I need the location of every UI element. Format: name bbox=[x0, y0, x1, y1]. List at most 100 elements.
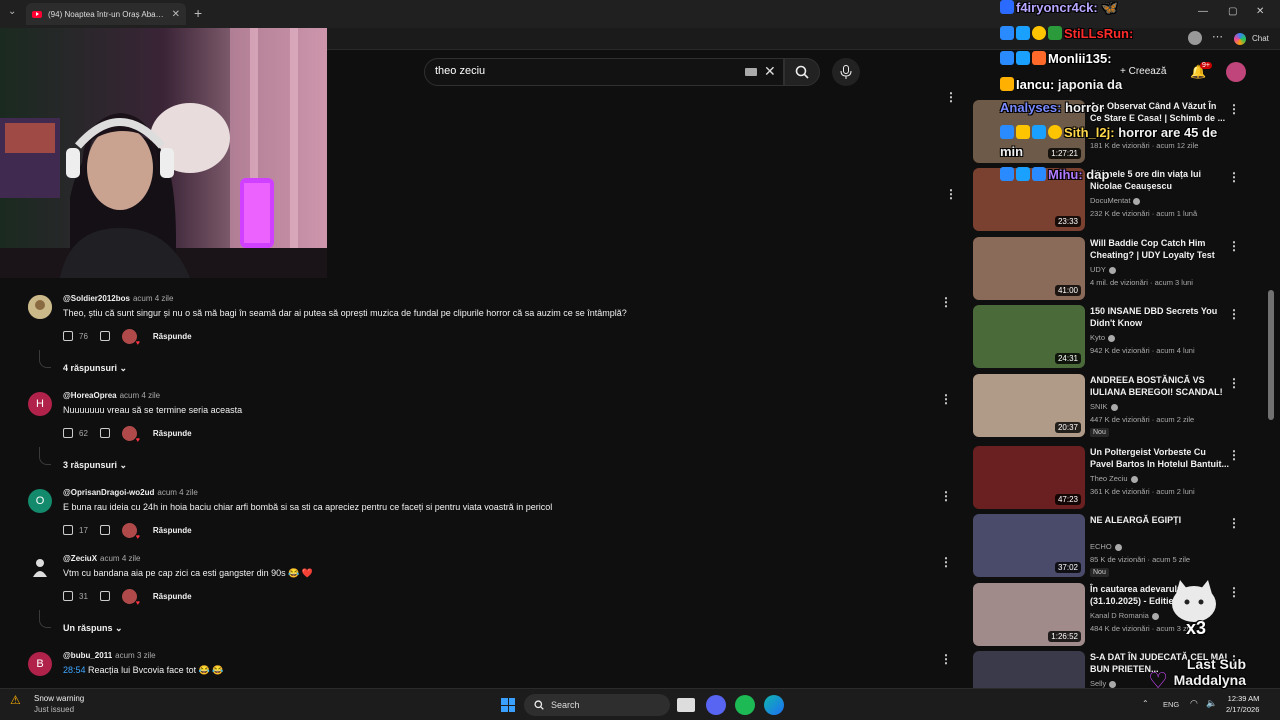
channel-name[interactable]: SNIK bbox=[1090, 402, 1118, 411]
new-tab-button[interactable]: + bbox=[194, 5, 202, 21]
comment-avatar[interactable]: H bbox=[28, 392, 52, 416]
scrollbar-thumb[interactable] bbox=[1268, 290, 1274, 420]
more-options-icon[interactable]: ⋮ bbox=[945, 187, 957, 201]
dislike-icon[interactable] bbox=[99, 428, 110, 438]
dislike-icon[interactable] bbox=[99, 591, 110, 601]
replies-toggle[interactable]: Un răspuns ⌄ bbox=[63, 623, 123, 634]
comment-kebab-icon[interactable]: ⋮ bbox=[940, 295, 952, 309]
recommendation-card[interactable]: 47:23 Un Poltergeist Vorbeste Cu Pavel Ba… bbox=[973, 446, 1243, 510]
maximize-icon[interactable]: ▢ bbox=[1228, 6, 1237, 17]
search-input[interactable]: theo zeciu bbox=[424, 58, 784, 86]
comment-kebab-icon[interactable]: ⋮ bbox=[940, 489, 952, 503]
video-thumbnail[interactable]: 20:37 bbox=[973, 374, 1085, 437]
video-title[interactable]: 150 INSANE DBD Secrets You Didn't Know bbox=[1090, 305, 1230, 329]
video-title[interactable]: Will Baddie Cop Catch Him Cheating? | UD… bbox=[1090, 237, 1230, 261]
recommendation-kebab-icon[interactable]: ⋮ bbox=[1228, 239, 1240, 253]
like-icon[interactable] bbox=[63, 591, 73, 601]
video-title[interactable]: Am Observat Când A Văzut În Ce Stare E C… bbox=[1090, 100, 1230, 124]
system-clock[interactable]: 12:39 AM 2/17/2026 bbox=[1226, 693, 1259, 715]
comment-author[interactable]: @HoreaOprea bbox=[63, 391, 117, 400]
copilot-icon[interactable] bbox=[1234, 33, 1246, 45]
comment-author[interactable]: @OprisanDragoi-wo2ud bbox=[63, 488, 154, 497]
video-title[interactable]: NE ALEARGĂ EGIPȚI bbox=[1090, 514, 1230, 526]
reply-button[interactable]: Răspunde bbox=[153, 592, 192, 601]
reply-button[interactable]: Răspunde bbox=[153, 526, 192, 535]
video-thumbnail[interactable]: 24:31 bbox=[973, 305, 1085, 368]
comment-author[interactable]: @bubu_2011 bbox=[63, 651, 112, 660]
comment-avatar[interactable] bbox=[28, 295, 52, 319]
comment-avatar[interactable]: B bbox=[28, 652, 52, 676]
create-button[interactable]: + Creează bbox=[1120, 66, 1166, 77]
comment-author[interactable]: @ZeciuX bbox=[63, 554, 97, 563]
video-title[interactable]: Un Poltergeist Vorbeste Cu Pavel Bartos … bbox=[1090, 446, 1230, 470]
reply-button[interactable]: Răspunde bbox=[153, 429, 192, 438]
chat-label[interactable]: Chat bbox=[1252, 34, 1269, 43]
video-thumbnail[interactable]: 47:23 bbox=[973, 446, 1085, 509]
windows-start-icon[interactable] bbox=[498, 695, 518, 715]
clear-search-icon[interactable]: ✕ bbox=[764, 63, 776, 80]
like-icon[interactable] bbox=[63, 428, 73, 438]
recommendation-card[interactable]: 41:00 Will Baddie Cop Catch Him Cheating?… bbox=[973, 237, 1243, 301]
channel-name[interactable]: DocuMentat bbox=[1090, 196, 1141, 205]
search-button[interactable] bbox=[784, 58, 820, 86]
volume-icon[interactable]: 🔈 bbox=[1206, 698, 1217, 709]
replies-toggle[interactable]: 3 răspunsuri ⌄ bbox=[63, 460, 127, 471]
tab-close-icon[interactable]: ✕ bbox=[172, 9, 180, 20]
video-thumbnail[interactable]: 37:02 bbox=[973, 514, 1085, 577]
tab-current[interactable]: (94) Noaptea într-un Oraș Abandonat ✕ bbox=[26, 3, 186, 25]
comment-author[interactable]: @Soldier2012bos bbox=[63, 294, 130, 303]
channel-name[interactable]: Kanal D Romania bbox=[1090, 611, 1159, 620]
channel-name[interactable]: Kyto bbox=[1090, 333, 1116, 342]
video-stats: 181 K de vizionări · acum 12 zile bbox=[1090, 141, 1199, 150]
recommendation-kebab-icon[interactable]: ⋮ bbox=[1228, 585, 1240, 599]
channel-name[interactable]: Theo Zeciu bbox=[1090, 474, 1138, 483]
recommendation-card[interactable]: 20:37 ANDREEA BOSTĂNICĂ VS IULIANA BEREGO… bbox=[973, 374, 1243, 438]
account-avatar[interactable] bbox=[1226, 62, 1246, 82]
wifi-icon[interactable]: ◠ bbox=[1190, 698, 1198, 709]
keyboard-icon[interactable] bbox=[745, 68, 757, 76]
like-icon[interactable] bbox=[63, 331, 73, 341]
recommendation-kebab-icon[interactable]: ⋮ bbox=[1228, 448, 1240, 462]
comment-kebab-icon[interactable]: ⋮ bbox=[940, 555, 952, 569]
recommendation-kebab-icon[interactable]: ⋮ bbox=[1228, 516, 1240, 530]
language-indicator[interactable]: ENG bbox=[1163, 700, 1179, 709]
cat-emote-overlay: x3 bbox=[1168, 578, 1220, 638]
channel-name[interactable]: UDY bbox=[1090, 265, 1116, 274]
recommendation-kebab-icon[interactable]: ⋮ bbox=[1228, 307, 1240, 321]
video-title[interactable]: Ultimele 5 ore din viața lui Nicolae Cea… bbox=[1090, 168, 1230, 192]
channel-name[interactable]: Selly bbox=[1090, 679, 1117, 688]
comment-kebab-icon[interactable]: ⋮ bbox=[940, 392, 952, 406]
tab-menu-chevron-icon[interactable]: ⌄ bbox=[8, 6, 16, 17]
edge-browser-icon[interactable] bbox=[764, 695, 784, 715]
taskbar-search[interactable]: Search bbox=[524, 694, 670, 716]
recommendation-kebab-icon[interactable]: ⋮ bbox=[1228, 170, 1240, 184]
profile-icon[interactable] bbox=[1188, 31, 1202, 45]
discord-icon[interactable] bbox=[706, 695, 726, 715]
like-icon[interactable] bbox=[63, 525, 73, 535]
comment-avatar[interactable] bbox=[28, 555, 52, 579]
comment-avatar[interactable]: O bbox=[28, 489, 52, 513]
recommendation-card[interactable]: 37:02 NE ALEARGĂ EGIPȚI ECHO 85 K de vizion… bbox=[973, 514, 1243, 578]
dislike-icon[interactable] bbox=[99, 525, 110, 535]
video-thumbnail[interactable]: 41:00 bbox=[973, 237, 1085, 300]
spotify-icon[interactable] bbox=[735, 695, 755, 715]
more-menu-icon[interactable]: ⋯ bbox=[1212, 30, 1223, 43]
more-options-icon[interactable]: ⋮ bbox=[945, 90, 957, 104]
close-window-icon[interactable]: ✕ bbox=[1256, 6, 1264, 17]
channel-name[interactable]: ECHO bbox=[1090, 542, 1122, 551]
video-title[interactable]: ANDREEA BOSTĂNICĂ VS IULIANA BEREGOI! SC… bbox=[1090, 374, 1230, 398]
recommendation-card[interactable]: 24:31 150 INSANE DBD Secrets You Didn't K… bbox=[973, 305, 1243, 369]
reply-button[interactable]: Răspunde bbox=[153, 332, 192, 341]
minimize-icon[interactable]: — bbox=[1198, 6, 1208, 17]
voice-search-button[interactable] bbox=[832, 58, 860, 86]
dislike-icon[interactable] bbox=[99, 331, 110, 341]
recommendation-kebab-icon[interactable]: ⋮ bbox=[1228, 102, 1240, 116]
file-explorer-icon[interactable] bbox=[677, 698, 695, 712]
replies-toggle[interactable]: 4 răspunsuri ⌄ bbox=[63, 363, 127, 374]
tray-overflow-icon[interactable]: ⌃ bbox=[1142, 699, 1149, 708]
video-thumbnail[interactable]: 1:26:52 bbox=[973, 583, 1085, 646]
weather-widget[interactable]: ⚠ Snow warning Just issued bbox=[10, 693, 84, 715]
recommendation-kebab-icon[interactable]: ⋮ bbox=[1228, 376, 1240, 390]
comment-kebab-icon[interactable]: ⋮ bbox=[940, 652, 952, 666]
timestamp-link[interactable]: 28:54 bbox=[63, 665, 86, 675]
